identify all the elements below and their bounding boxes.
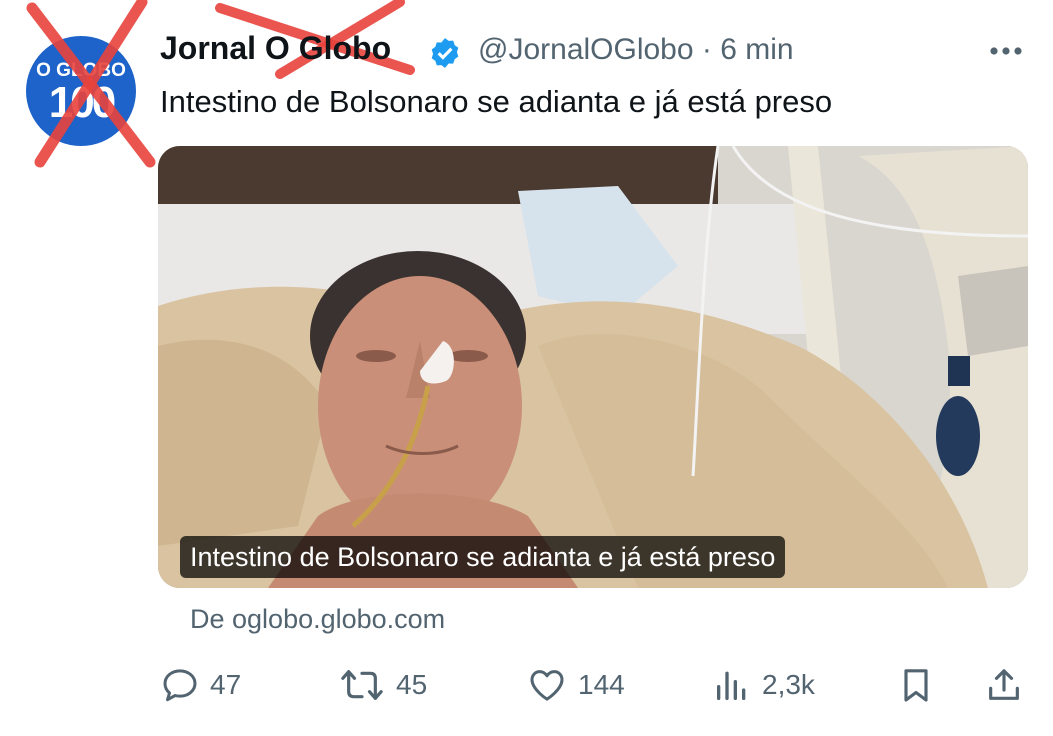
meta-separator: · [701,33,712,66]
reply-button[interactable]: 47 [160,664,241,706]
share-button[interactable] [984,664,1024,706]
author-handle[interactable]: @JornalOGlobo [478,33,694,66]
repost-button[interactable]: 45 [338,664,427,706]
views-icon [717,671,746,700]
media-image[interactable] [158,146,1028,588]
verified-badge-icon [431,38,459,68]
like-count: 144 [578,669,625,700]
post-time[interactable]: 6 min [720,33,793,66]
tweet-text: Intestino de Bolsonaro se adianta e já e… [160,84,833,119]
author-meta: @JornalOGlobo · 6 min [478,33,794,67]
bookmark-icon [904,669,928,702]
views-button[interactable]: 2,3k [712,664,815,706]
views-count: 2,3k [762,669,815,700]
like-button[interactable]: 144 [526,664,625,706]
avatar-number: 100 [48,78,116,127]
link-source[interactable]: De oglobo.globo.com [190,604,445,635]
reply-count: 47 [210,669,242,700]
repost-count: 45 [396,669,428,700]
hospital-photo [158,146,1028,588]
repost-icon [341,670,383,700]
avatar[interactable]: O GLOBO 100 [26,36,136,146]
author-name[interactable]: Jornal O Globo [160,30,391,67]
bookmark-button[interactable] [896,664,936,706]
media-caption: Intestino de Bolsonaro se adianta e já e… [180,536,786,578]
more-icon[interactable] [986,36,1026,66]
reply-icon [163,669,197,702]
share-icon [989,669,1019,700]
like-icon [530,670,564,701]
